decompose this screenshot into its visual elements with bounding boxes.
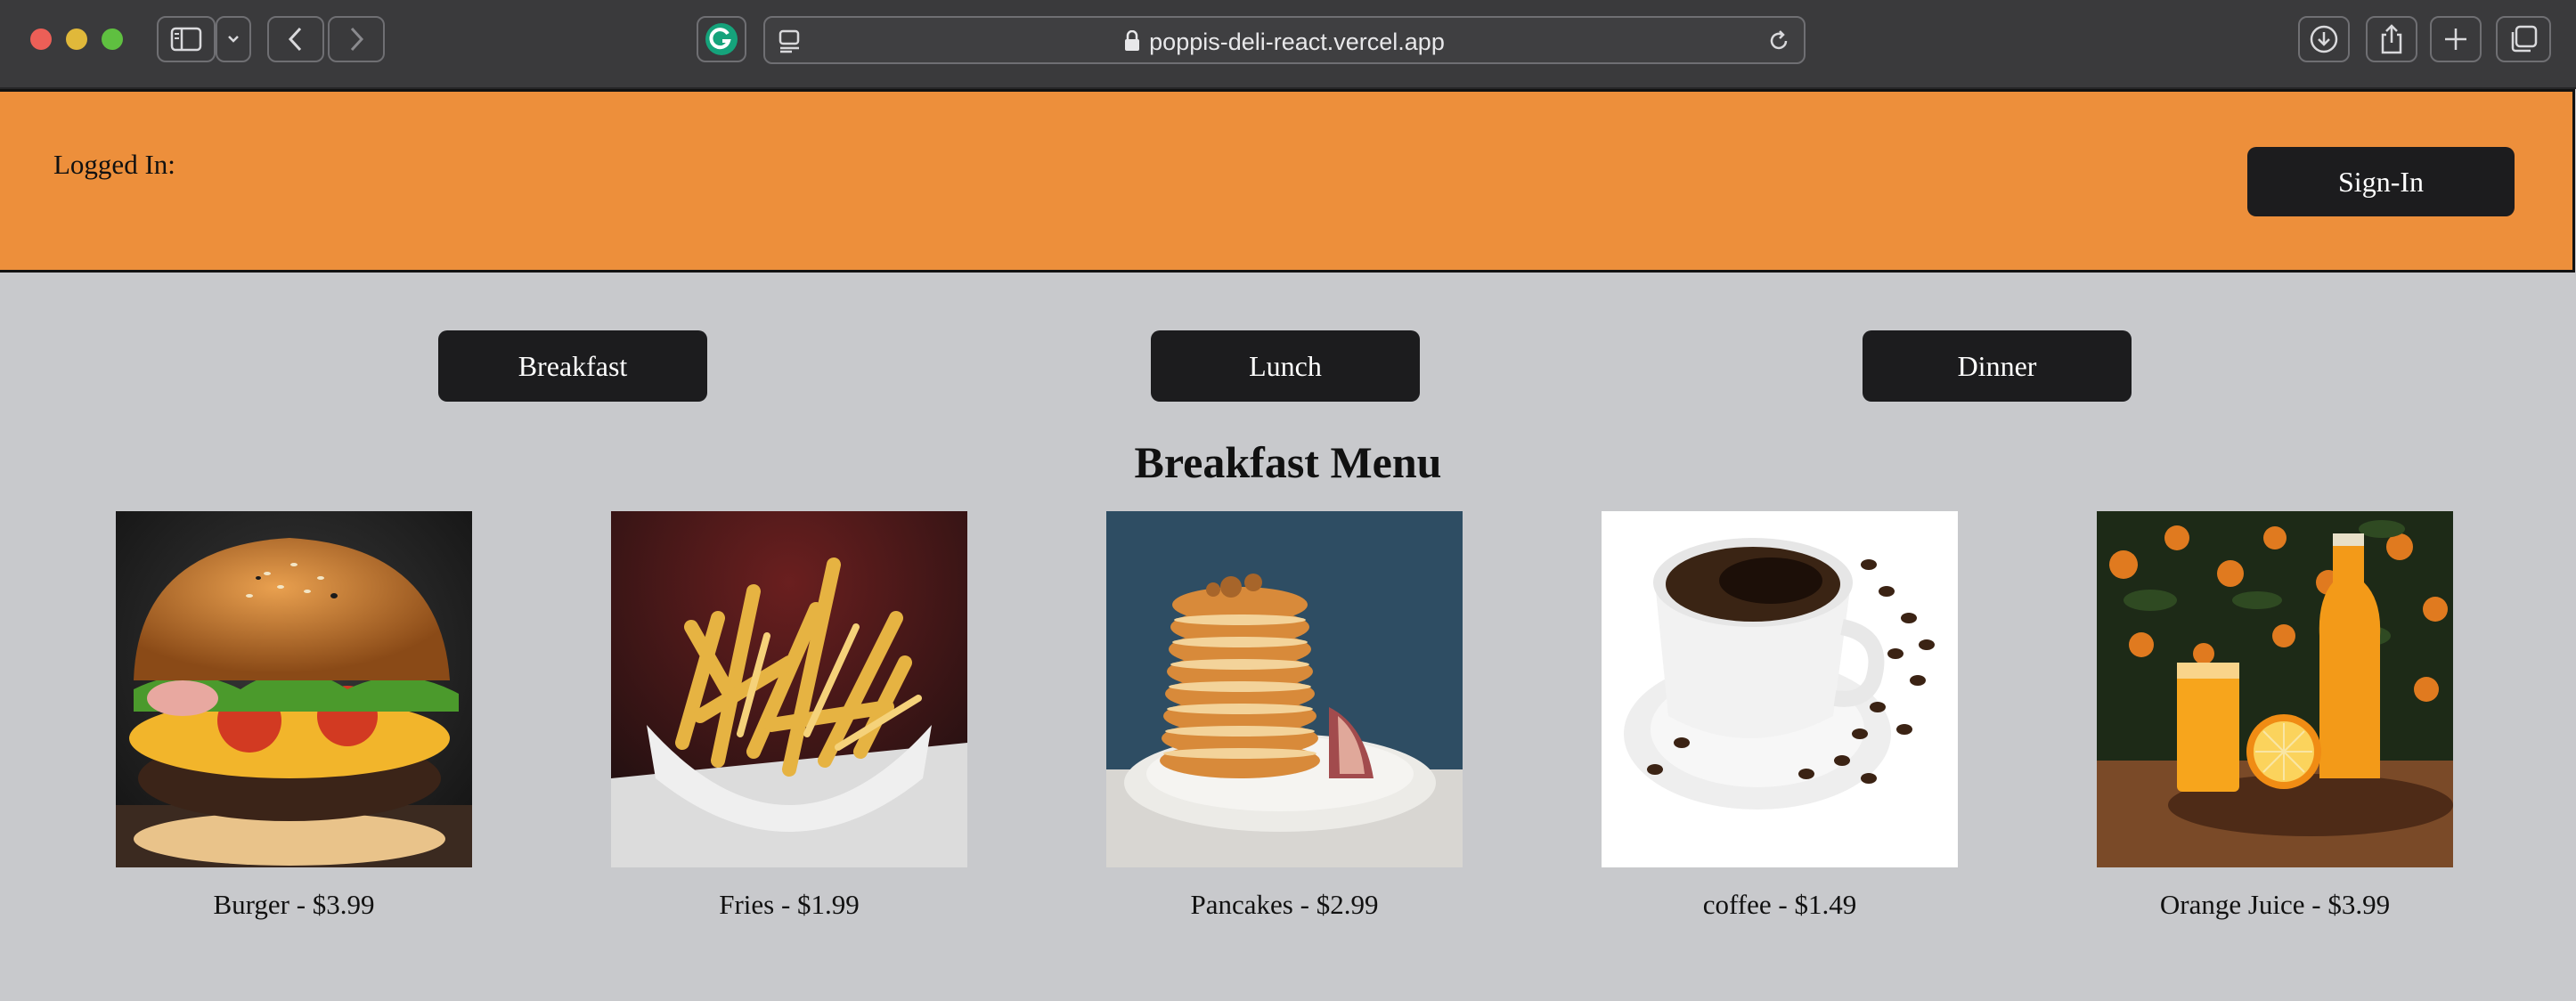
menu-item: Burger - $3.99 xyxy=(116,511,472,920)
lunch-tab-button[interactable]: Lunch xyxy=(1151,330,1420,402)
grammarly-extension-button[interactable] xyxy=(697,16,746,62)
close-window-button[interactable] xyxy=(30,28,52,50)
grammarly-icon xyxy=(705,23,738,55)
app-header: Logged In: Sign-In xyxy=(0,89,2575,273)
forward-button[interactable] xyxy=(328,16,385,62)
share-button[interactable] xyxy=(2366,16,2417,62)
address-bar[interactable]: poppis-deli-react.vercel.app xyxy=(763,16,1806,64)
lock-icon xyxy=(1125,30,1140,51)
item-label: Burger - $3.99 xyxy=(213,889,375,920)
zoom-window-button[interactable] xyxy=(102,28,123,50)
downloads-button[interactable] xyxy=(2298,16,2350,62)
tab-group-dropdown-button[interactable] xyxy=(216,16,251,62)
item-label: coffee - $1.49 xyxy=(1702,889,1857,920)
url-text: poppis-deli-react.vercel.app xyxy=(1149,28,1445,55)
logged-in-status: Logged In: xyxy=(53,149,175,180)
menu-item: Pancakes - $2.99 xyxy=(1106,511,1463,920)
item-label: Pancakes - $2.99 xyxy=(1190,889,1379,920)
item-label: Fries - $1.99 xyxy=(719,889,860,920)
share-icon xyxy=(2381,24,2402,54)
orange-juice-image xyxy=(2097,511,2453,867)
menu-item: coffee - $1.49 xyxy=(1602,511,1958,920)
sidebar-toggle-button[interactable] xyxy=(157,16,216,62)
tab-overview-button[interactable] xyxy=(2496,16,2551,62)
sign-in-button[interactable]: Sign-In xyxy=(2247,147,2515,216)
download-icon xyxy=(2310,25,2338,53)
minimize-window-button[interactable] xyxy=(66,28,87,50)
menu-item: Fries - $1.99 xyxy=(611,511,967,920)
menu-item: Orange Juice - $3.99 xyxy=(2097,511,2453,920)
coffee-image xyxy=(1602,511,1958,867)
back-button[interactable] xyxy=(267,16,324,62)
dinner-tab-button[interactable]: Dinner xyxy=(1863,330,2132,402)
chevron-right-icon xyxy=(350,27,364,52)
chevron-down-icon xyxy=(228,36,239,43)
fries-image xyxy=(611,511,967,867)
new-tab-button[interactable] xyxy=(2430,16,2482,62)
chevron-left-icon xyxy=(288,27,302,52)
pancakes-image xyxy=(1106,511,1463,867)
sidebar-icon xyxy=(170,27,202,52)
tabs-overview-icon xyxy=(2511,25,2538,53)
item-label: Orange Juice - $3.99 xyxy=(2159,889,2391,920)
browser-toolbar: poppis-deli-react.vercel.app xyxy=(0,0,2576,89)
plus-icon xyxy=(2445,28,2466,50)
reload-icon[interactable] xyxy=(1766,28,1791,53)
burger-image xyxy=(116,511,472,867)
breakfast-tab-button[interactable]: Breakfast xyxy=(438,330,707,402)
menu-title: Breakfast Menu xyxy=(1134,437,1442,487)
